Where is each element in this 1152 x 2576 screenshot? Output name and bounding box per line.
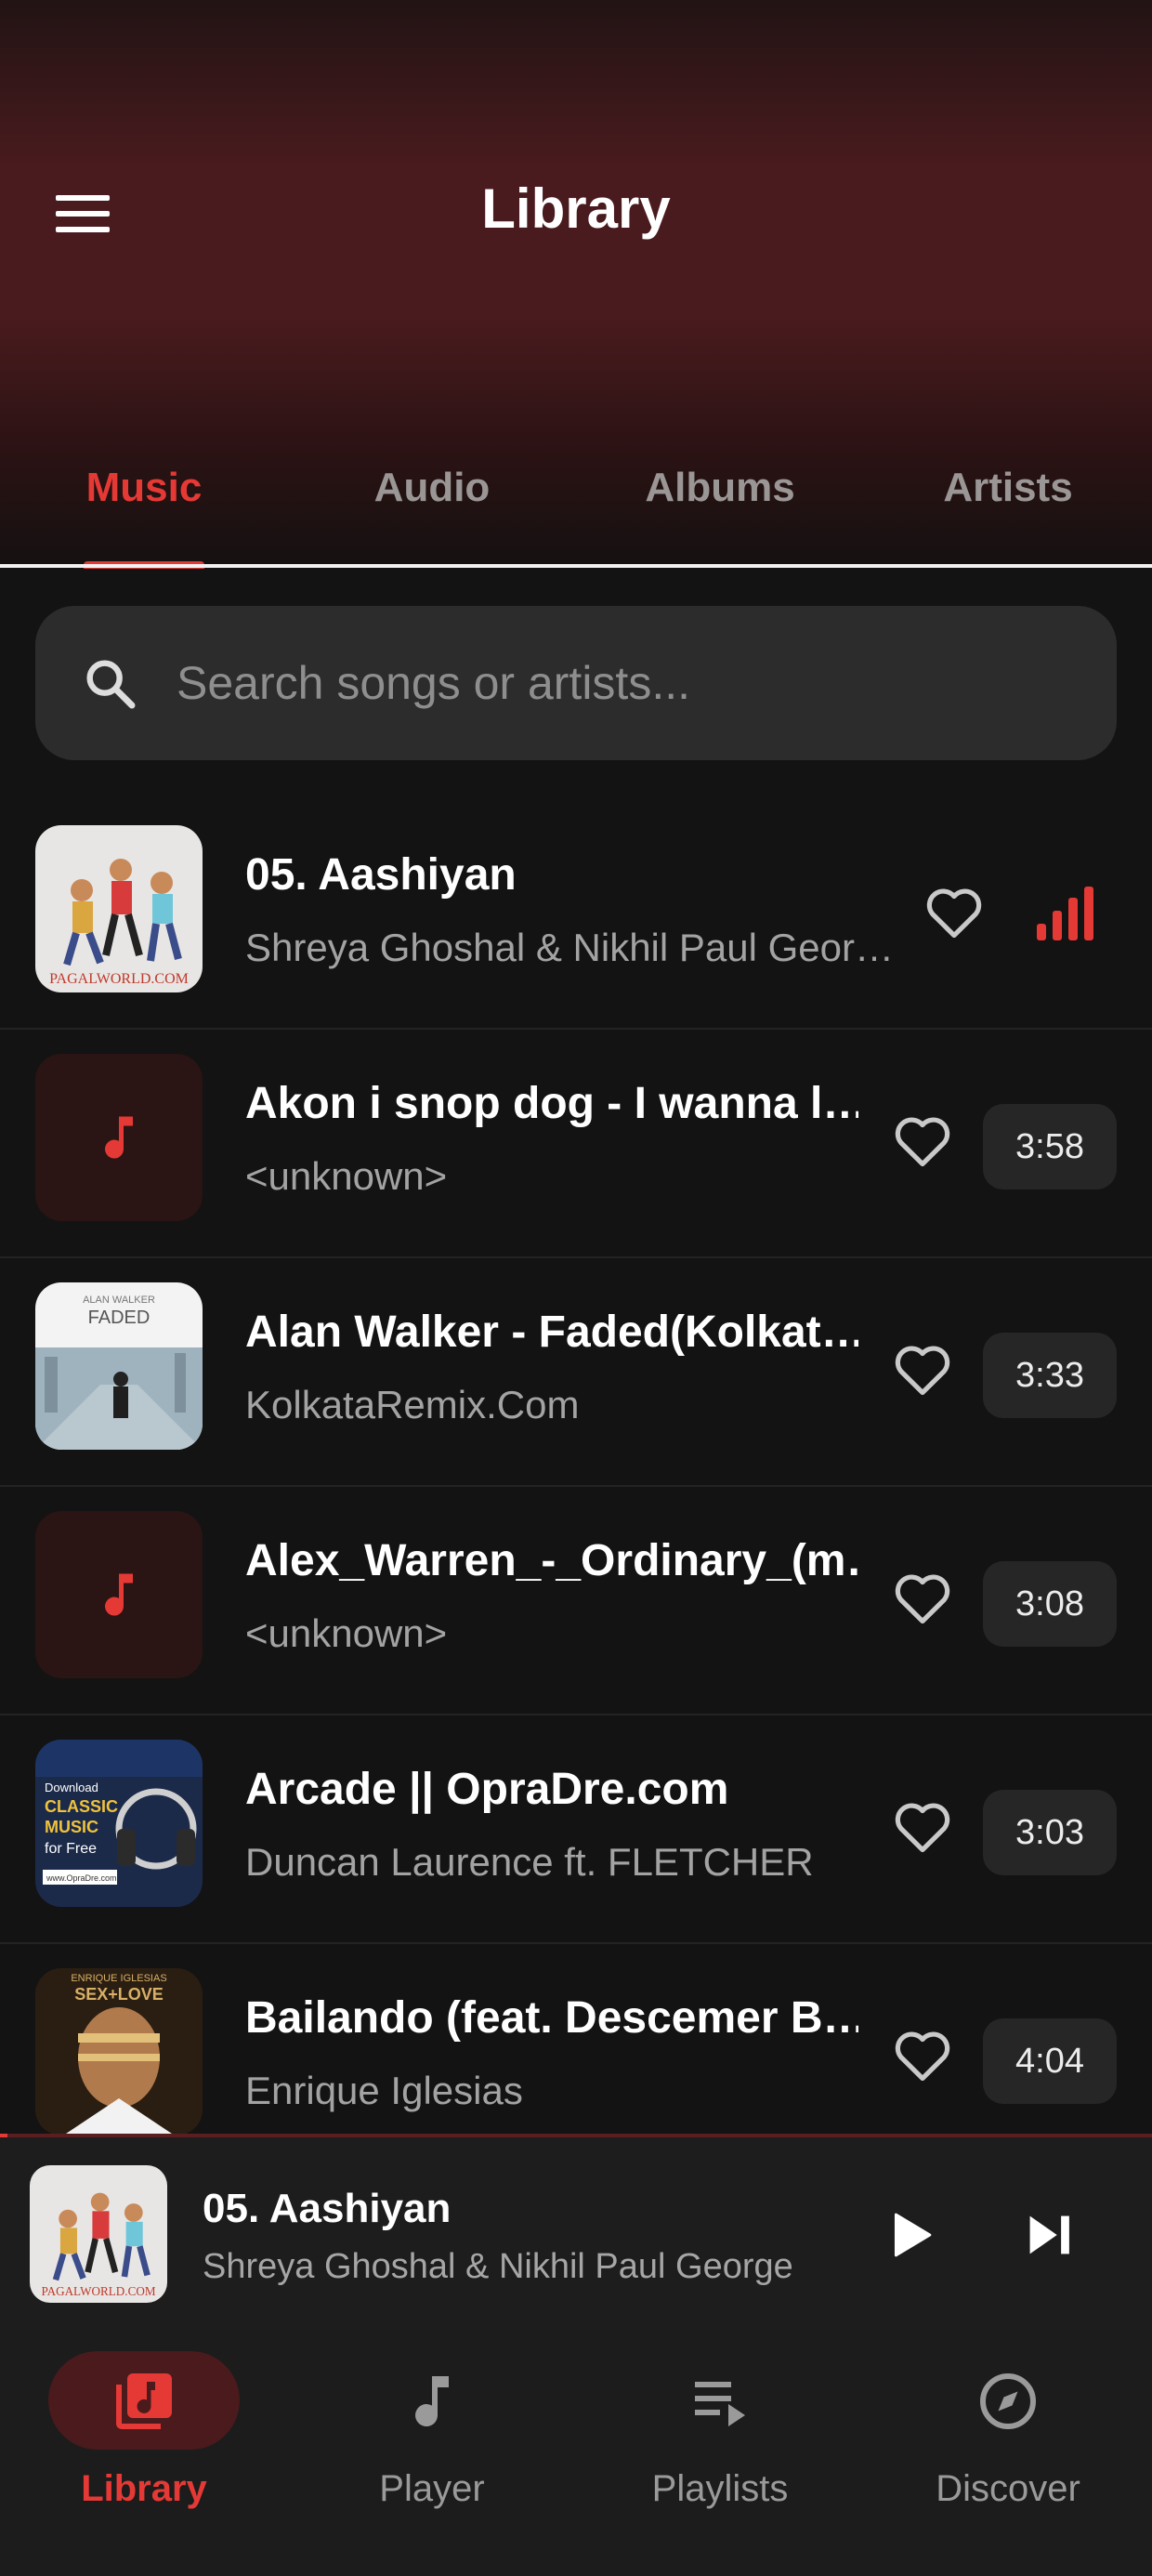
tab-music[interactable]: Music [0,455,288,569]
thumb-text: ALAN WALKER [83,1295,155,1306]
mini-album-art: PAGALWORLD.COM [30,2165,167,2303]
favorite-heart-icon[interactable] [892,2028,953,2083]
tab-bar: Music Audio Albums Artists [0,455,1152,569]
song-artist: <unknown> [245,1154,448,1198]
thumb-text: PAGALWORLD.COM [41,2284,155,2298]
song-artist: Enrique Iglesias [245,2069,523,2112]
nav-label: Library [81,2468,207,2509]
song-title: Bailando (feat. Descemer B… [245,1993,858,2043]
duration-badge: 3:03 [983,1790,1117,1875]
song-row[interactable]: Download CLASSIC MUSIC for Free www.Opra… [0,1715,1152,1944]
music-note-icon [415,2376,449,2427]
search-input[interactable] [177,656,1013,710]
song-artist: Duncan Laurence ft. FLETCHER [245,1840,814,1884]
tab-albums[interactable]: Albums [576,455,864,569]
song-title: 05. Aashiyan [245,850,517,900]
mini-progress-bar [0,2134,7,2137]
favorite-heart-icon[interactable] [892,1342,953,1398]
nav-discover[interactable]: Discover [864,2329,1152,2576]
bottom-navigation: Library Player Playlists Discover [0,2329,1152,2576]
song-row[interactable]: ENRIQUE IGLESIAS SEX+LOVE Bailando (feat… [0,1944,1152,2134]
play-icon[interactable] [877,2202,942,2267]
tab-artists[interactable]: Artists [864,455,1152,569]
nav-label: Playlists [651,2468,789,2509]
search-icon [86,660,136,709]
duration-badge: 3:08 [983,1561,1117,1647]
song-artist: Shreya Ghoshal & Nikhil Paul Geor… [245,926,894,969]
music-note-icon [105,1573,133,1616]
thumb-text: PAGALWORLD.COM [49,971,189,987]
now-playing-equalizer-icon [1037,887,1093,940]
thumb-text: for Free [45,1841,97,1857]
album-art: ENRIQUE IGLESIAS SEX+LOVE [35,1968,203,2134]
thumb-text: www.OpraDre.com [46,1873,117,1883]
music-note-icon [105,1116,133,1159]
song-artist: <unknown> [245,1611,448,1655]
skip-next-icon[interactable] [1016,2202,1081,2267]
favorite-heart-icon[interactable] [892,1571,953,1626]
song-row[interactable]: Akon i snop dog - I wanna l… <unknown> 3… [0,1030,1152,1258]
duration-badge: 3:33 [983,1333,1117,1418]
nav-label: Discover [936,2468,1080,2509]
song-title: Alan Walker - Faded(Kolkat… [245,1308,858,1357]
thumb-text: ENRIQUE IGLESIAS [71,1973,166,1984]
song-title: Akon i snop dog - I wanna l… [245,1079,858,1128]
song-list: PAGALWORLD.COM 05. Aashiyan Shreya Ghosh… [0,801,1152,2134]
nav-label: Player [379,2468,485,2509]
tab-audio[interactable]: Audio [288,455,576,569]
library-music-icon [116,2373,172,2429]
song-artist: KolkataRemix.Com [245,1383,580,1426]
thumb-text: SEX+LOVE [74,1985,164,2004]
song-row[interactable]: Alex_Warren_-_Ordinary_(m… <unknown> 3:0… [0,1487,1152,1715]
duration-badge: 3:58 [983,1104,1117,1189]
mini-player-artist: Shreya Ghoshal & Nikhil Paul George [203,2247,793,2286]
album-art: Download CLASSIC MUSIC for Free www.Opra… [35,1740,203,1907]
app-header: Library Music Audio Albums Artists [0,0,1152,569]
favorite-heart-icon[interactable] [892,1113,953,1169]
album-art: PAGALWORLD.COM [35,825,203,992]
thumb-text: FADED [88,1308,151,1328]
album-art: ALAN WALKER FADED [35,1282,203,1450]
page-title: Library [481,177,671,240]
album-art [35,1511,203,1678]
playlist-play-icon [695,2382,745,2426]
song-row[interactable]: ALAN WALKER FADED Alan Walker - Faded(Ko… [0,1258,1152,1487]
duration-badge: 4:04 [983,2018,1117,2104]
tabs-divider [0,564,1152,568]
album-art [35,1054,203,1221]
song-title: Alex_Warren_-_Ordinary_(m… [245,1536,858,1585]
compass-icon [980,2373,1036,2429]
mini-player-title: 05. Aashiyan [203,2186,452,2231]
nav-library[interactable]: Library [0,2329,288,2576]
nav-player[interactable]: Player [288,2329,576,2576]
thumb-text: Download [45,1781,98,1794]
song-title: Arcade || OpraDre.com [245,1765,729,1814]
thumb-text: CLASSIC [45,1797,118,1816]
favorite-heart-icon[interactable] [892,1799,953,1855]
search-bar[interactable] [35,606,1117,760]
nav-playlists[interactable]: Playlists [576,2329,864,2576]
favorite-heart-icon[interactable] [923,885,985,940]
song-row[interactable]: PAGALWORLD.COM 05. Aashiyan Shreya Ghosh… [0,801,1152,1030]
thumb-text: MUSIC [45,1818,98,1836]
mini-player[interactable]: PAGALWORLD.COM 05. Aashiyan Shreya Ghosh… [0,2134,1152,2329]
